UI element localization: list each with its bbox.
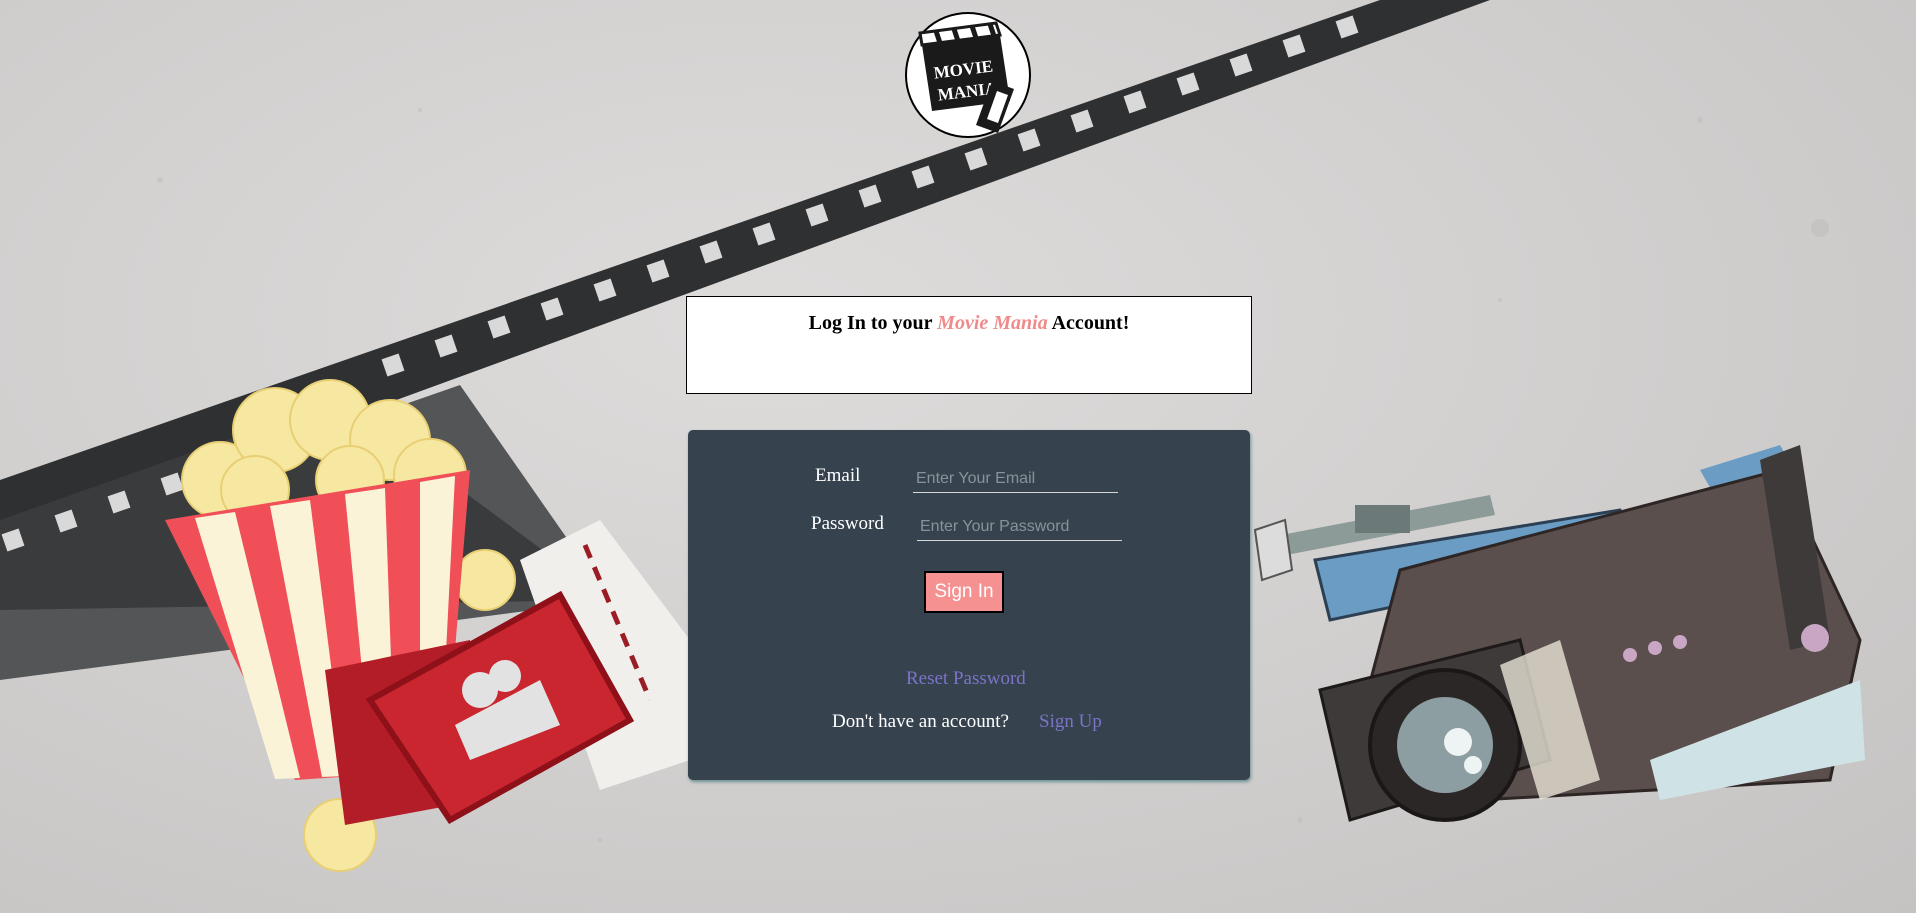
email-label: Email [815,465,861,486]
movie-mania-logo: MOVIE MANIA [905,12,1031,138]
password-label: Password [811,513,884,534]
popcorn-illustration [165,379,690,872]
title-brand: Movie Mania [937,312,1048,334]
sign-up-link[interactable]: Sign Up [1039,711,1102,733]
no-account-text: Don't have an account? [832,711,1009,732]
title-suffix: Account! [1047,312,1130,334]
camera-illustration [1253,445,1865,822]
sign-in-button[interactable]: Sign In [924,571,1004,613]
login-panel: Email Password Sign In Reset Password Do… [688,430,1250,780]
page-title-box: Log In to your Movie Mania Account! [686,296,1252,394]
reset-password-link[interactable]: Reset Password [906,668,1026,690]
page-title: Log In to your Movie Mania Account! [687,312,1251,335]
email-input[interactable] [913,466,1118,493]
title-prefix: Log In to your [808,312,938,334]
password-input[interactable] [917,514,1122,541]
